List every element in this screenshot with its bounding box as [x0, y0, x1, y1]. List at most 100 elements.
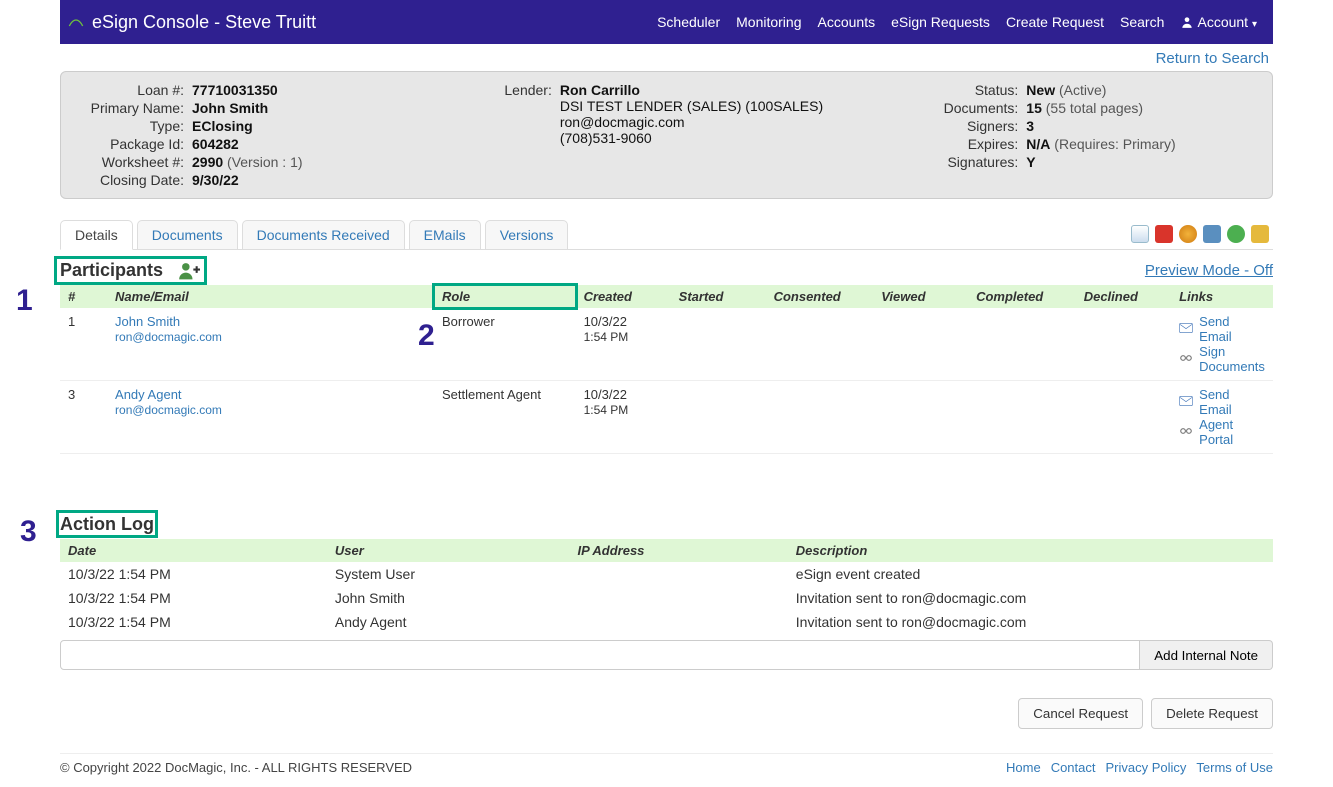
- callout-box: [56, 510, 158, 538]
- nav-link-monitoring[interactable]: Monitoring: [728, 14, 809, 30]
- tabs-row: DetailsDocumentsDocuments ReceivedEMails…: [60, 219, 1273, 250]
- empty-cell: [968, 308, 1076, 381]
- participant-name-link[interactable]: Andy Agent: [115, 387, 182, 402]
- participant-email: ron@docmagic.com: [115, 403, 222, 417]
- caret-down-icon: ▾: [1252, 19, 1257, 30]
- refresh-icon[interactable]: [1227, 225, 1245, 243]
- cancel-request-button[interactable]: Cancel Request: [1018, 698, 1143, 729]
- print-icon[interactable]: [1203, 225, 1221, 243]
- delete-request-button[interactable]: Delete Request: [1151, 698, 1273, 729]
- lender-phone: (708)531-9060: [560, 130, 823, 146]
- swoosh-icon: [68, 14, 84, 30]
- participants-header-row: Participants Preview Mode - Off: [60, 260, 1273, 281]
- empty-cell: [968, 381, 1076, 454]
- callout-number-1: 1: [16, 284, 33, 318]
- col-viewed: Viewed: [873, 285, 968, 308]
- preview-mode-toggle[interactable]: Preview Mode - Off: [1145, 262, 1273, 279]
- tab-documents-received[interactable]: Documents Received: [242, 220, 405, 250]
- participant-created: 10/3/221:54 PM: [576, 381, 671, 454]
- tab-documents[interactable]: Documents: [137, 220, 238, 250]
- brand-text: eSign Console - Steve Truitt: [92, 12, 316, 33]
- internal-note-input[interactable]: [60, 640, 1140, 670]
- empty-cell: [671, 308, 766, 381]
- participant-email: ron@docmagic.com: [115, 330, 222, 344]
- link-icon: [1179, 425, 1193, 440]
- lender-email: ron@docmagic.com: [560, 114, 823, 130]
- participant-links: Send EmailAgent Portal: [1171, 381, 1273, 454]
- mail-icon: [1179, 395, 1193, 410]
- account-label: Account: [1197, 14, 1248, 30]
- participant-created: 10/3/221:54 PM: [576, 308, 671, 381]
- col-consented: Consented: [766, 285, 874, 308]
- participant-row: 3Andy Agentron@docmagic.comSettlement Ag…: [60, 381, 1273, 454]
- col-declined: Declined: [1076, 285, 1171, 308]
- page-icon[interactable]: [1131, 225, 1149, 243]
- col-created: Created: [576, 285, 671, 308]
- empty-cell: [873, 308, 968, 381]
- nav-link-search[interactable]: Search: [1112, 14, 1172, 30]
- col-name-email: Name/Email: [107, 285, 434, 308]
- empty-cell: [1076, 308, 1171, 381]
- link-agent-portal[interactable]: Agent Portal: [1199, 417, 1265, 447]
- add-note-row: Add Internal Note: [60, 640, 1273, 670]
- top-navbar: eSign Console - Steve Truitt SchedulerMo…: [60, 0, 1273, 44]
- nav-link-scheduler[interactable]: Scheduler: [649, 14, 728, 30]
- footer: © Copyright 2022 DocMagic, Inc. - ALL RI…: [60, 753, 1273, 787]
- return-to-search-link[interactable]: Return to Search: [1156, 50, 1269, 67]
- link-sign-documents[interactable]: Sign Documents: [1199, 344, 1265, 374]
- empty-cell: [766, 381, 874, 454]
- person-icon: [1180, 15, 1194, 29]
- participant-name-cell: John Smithron@docmagic.com: [107, 308, 434, 381]
- link-send-email[interactable]: Send Email: [1199, 387, 1265, 417]
- callout-number-3: 3: [20, 515, 37, 549]
- participant-row: 1John Smithron@docmagic.comBorrower10/3/…: [60, 308, 1273, 381]
- acol-date: Date: [60, 539, 327, 562]
- col-completed: Completed: [968, 285, 1076, 308]
- action-row: 10/3/22 1:54 PMSystem UsereSign event cr…: [60, 562, 1273, 586]
- lender-name: Ron Carrillo: [560, 82, 823, 98]
- col-links: Links: [1171, 285, 1273, 308]
- tab-versions[interactable]: Versions: [485, 220, 569, 250]
- empty-cell: [671, 381, 766, 454]
- acol-ip-address: IP Address: [569, 539, 787, 562]
- nav-links: SchedulerMonitoringAccountseSign Request…: [649, 14, 1172, 30]
- empty-cell: [766, 308, 874, 381]
- lender-label: Lender:: [490, 82, 560, 146]
- lock-icon[interactable]: [1251, 225, 1269, 243]
- add-internal-note-button[interactable]: Add Internal Note: [1140, 640, 1273, 670]
- participant-links: Send EmailSign Documents: [1171, 308, 1273, 381]
- empty-cell: [1076, 381, 1171, 454]
- acol-description: Description: [788, 539, 1273, 562]
- account-dropdown[interactable]: Account ▾: [1172, 14, 1265, 30]
- participant-role: Settlement Agent: [434, 381, 576, 454]
- participant-num: 3: [60, 381, 107, 454]
- nav-link-esign-requests[interactable]: eSign Requests: [883, 14, 998, 30]
- link-send-email[interactable]: Send Email: [1199, 314, 1265, 344]
- action-row: 10/3/22 1:54 PMJohn SmithInvitation sent…: [60, 586, 1273, 610]
- col-started: Started: [671, 285, 766, 308]
- callout-box: [432, 283, 578, 310]
- nav-link-create-request[interactable]: Create Request: [998, 14, 1112, 30]
- empty-cell: [873, 381, 968, 454]
- acol-user: User: [327, 539, 570, 562]
- participant-role: Borrower: [434, 308, 576, 381]
- award-icon[interactable]: [1179, 225, 1197, 243]
- participant-num: 1: [60, 308, 107, 381]
- tab-emails[interactable]: EMails: [409, 220, 481, 250]
- participant-name-link[interactable]: John Smith: [115, 314, 180, 329]
- action-log-table: DateUserIP AddressDescription 10/3/22 1:…: [60, 539, 1273, 634]
- callout-box-1: [54, 256, 207, 285]
- participant-name-cell: Andy Agentron@docmagic.com: [107, 381, 434, 454]
- brand: eSign Console - Steve Truitt: [68, 12, 316, 33]
- action-toolbar: [1131, 225, 1273, 243]
- link-icon: [1179, 352, 1193, 367]
- tab-details[interactable]: Details: [60, 220, 133, 250]
- lender-company: DSI TEST LENDER (SALES) (100SALES): [560, 98, 823, 114]
- participants-table: #Name/EmailRoleCreatedStartedConsentedVi…: [60, 285, 1273, 454]
- callout-number-2: 2: [418, 319, 435, 353]
- loan-summary-panel: Loan #:77710031350Primary Name:John Smit…: [60, 71, 1273, 199]
- pdf-icon[interactable]: [1155, 225, 1173, 243]
- nav-link-accounts[interactable]: Accounts: [810, 14, 884, 30]
- col--: #: [60, 285, 107, 308]
- mail-icon: [1179, 322, 1193, 337]
